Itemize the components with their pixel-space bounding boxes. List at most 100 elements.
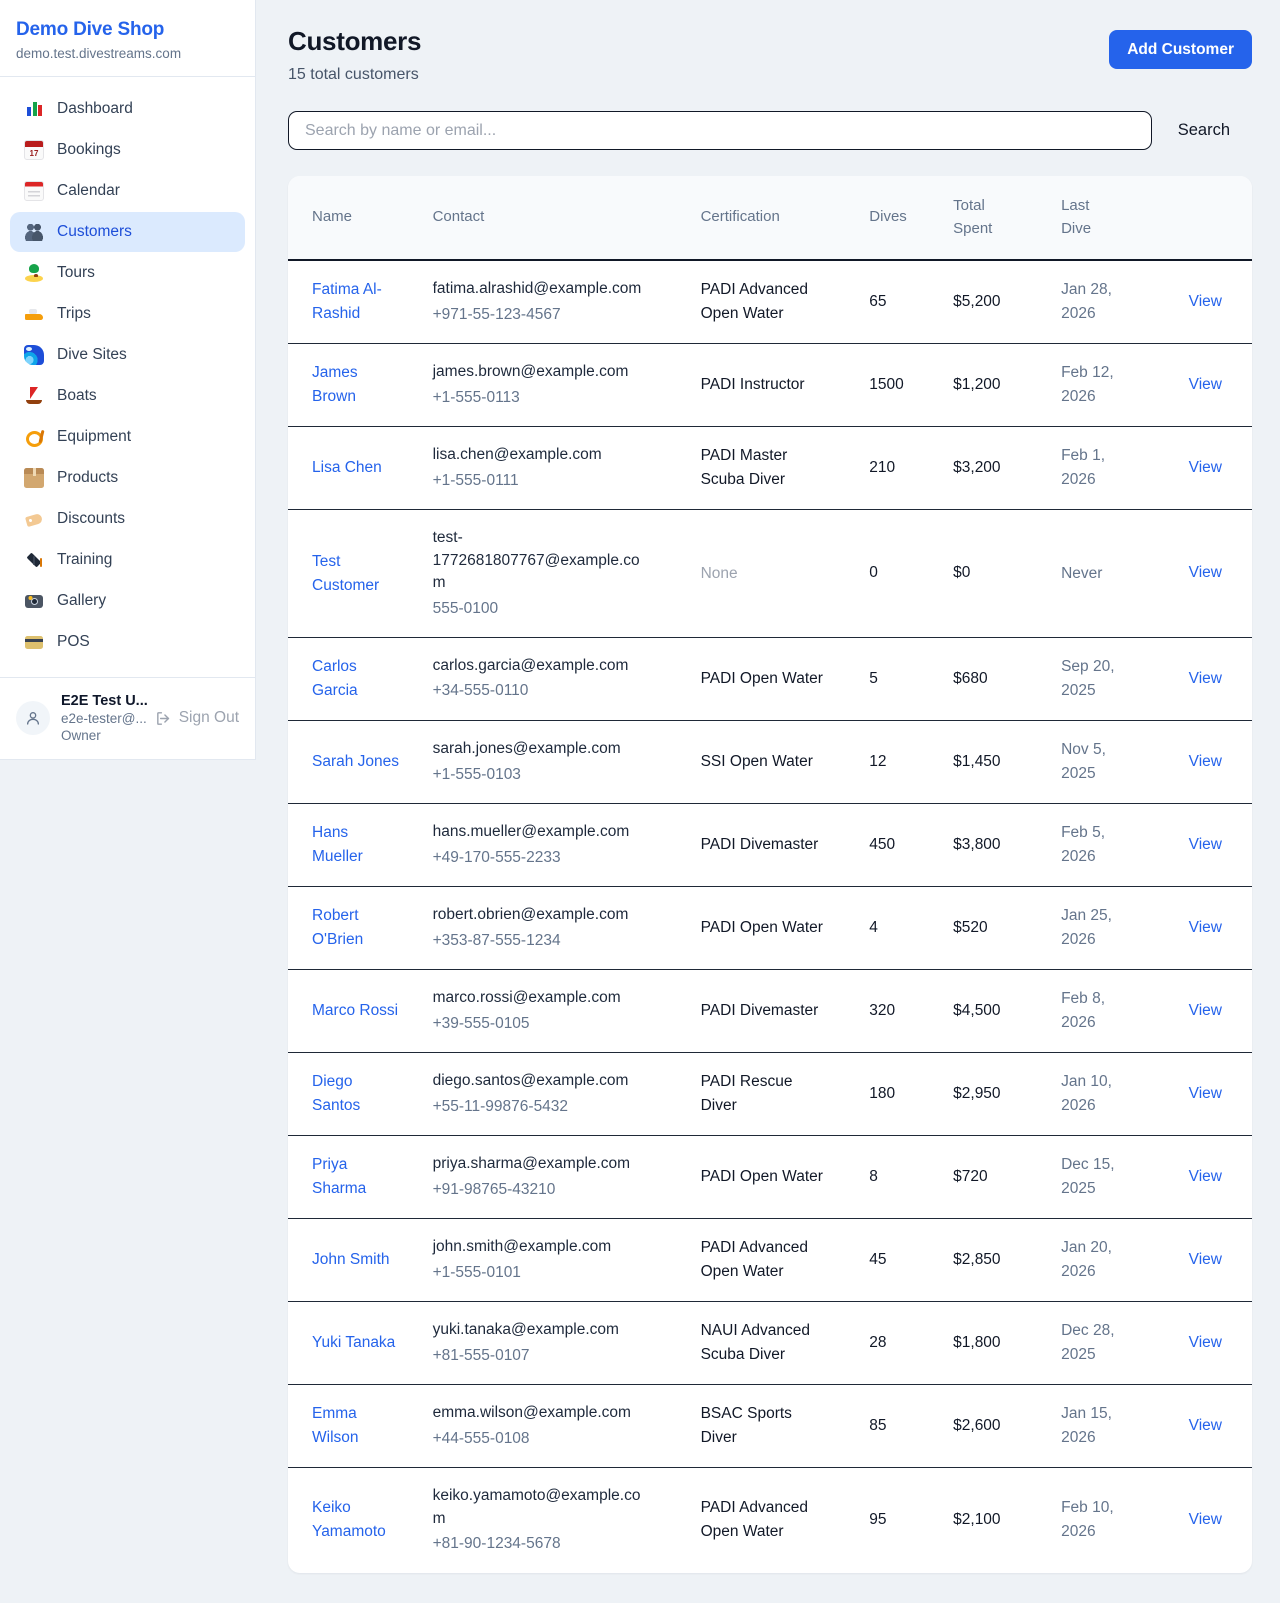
table-row: Robert O'Brienrobert.obrien@example.com+… (288, 887, 1252, 970)
table-row: Yuki Tanakayuki.tanaka@example.com+81-55… (288, 1302, 1252, 1385)
customer-name-link[interactable]: Robert O'Brien (312, 904, 402, 952)
customer-total-spent: $2,600 (953, 1385, 1061, 1468)
shop-domain: demo.test.divestreams.com (16, 46, 239, 61)
customer-name-link[interactable]: Carlos Garcia (312, 655, 402, 703)
sidebar-item-label: Training (57, 551, 112, 569)
view-link[interactable]: View (1189, 1168, 1222, 1185)
tours-icon (24, 263, 44, 283)
search-button[interactable]: Search (1178, 121, 1230, 140)
customer-phone: +81-555-0107 (433, 1345, 681, 1367)
sidebar-item-gallery[interactable]: Gallery (10, 581, 245, 621)
sidebar-item-customers[interactable]: Customers (10, 212, 245, 252)
customer-name-link[interactable]: Yuki Tanaka (312, 1331, 395, 1355)
view-link[interactable]: View (1189, 564, 1222, 581)
customer-last-dive: Never (1061, 562, 1102, 586)
table-row: Sarah Jonessarah.jones@example.com+1-555… (288, 721, 1252, 804)
view-link[interactable]: View (1189, 1002, 1222, 1019)
customer-name-link[interactable]: Fatima Al-Rashid (312, 278, 402, 326)
view-link[interactable]: View (1189, 293, 1222, 310)
view-link[interactable]: View (1189, 376, 1222, 393)
customers-table-card: NameContactCertificationDivesTotal Spent… (288, 176, 1252, 1573)
view-link[interactable]: View (1189, 919, 1222, 936)
customer-dives: 85 (869, 1385, 953, 1468)
table-header-row: NameContactCertificationDivesTotal Spent… (288, 176, 1252, 260)
customer-name-link[interactable]: Priya Sharma (312, 1153, 402, 1201)
customer-total-spent: $5,200 (953, 260, 1061, 344)
customer-dives: 12 (869, 721, 953, 804)
sidebar-item-pos[interactable]: POS (10, 622, 245, 662)
view-link[interactable]: View (1189, 459, 1222, 476)
customer-last-dive: Jan 20, 2026 (1061, 1236, 1117, 1284)
customer-phone: +1-555-0111 (433, 470, 681, 492)
customer-dives: 8 (869, 1136, 953, 1219)
customer-total-spent: $1,800 (953, 1302, 1061, 1385)
customer-phone: +81-90-1234-5678 (433, 1533, 681, 1555)
customer-name-link[interactable]: Emma Wilson (312, 1402, 402, 1450)
sign-out-button[interactable]: Sign Out (155, 709, 239, 727)
customer-name-link[interactable]: Diego Santos (312, 1070, 402, 1118)
customer-total-spent: $1,200 (953, 344, 1061, 427)
table-row: James Brownjames.brown@example.com+1-555… (288, 344, 1252, 427)
sidebar-item-label: Calendar (57, 182, 120, 200)
customer-dives: 65 (869, 260, 953, 344)
customer-name-link[interactable]: Hans Mueller (312, 821, 402, 869)
sidebar-item-label: POS (57, 633, 90, 651)
sidebar-item-calendar[interactable]: Calendar (10, 171, 245, 211)
view-link[interactable]: View (1189, 670, 1222, 687)
customer-name-link[interactable]: Keiko Yamamoto (312, 1496, 402, 1544)
customer-phone: +1-555-0101 (433, 1262, 681, 1284)
customer-name-link[interactable]: James Brown (312, 361, 402, 409)
view-link[interactable]: View (1189, 1417, 1222, 1434)
sidebar-item-training[interactable]: Training (10, 540, 245, 580)
view-link[interactable]: View (1189, 753, 1222, 770)
view-link[interactable]: View (1189, 1251, 1222, 1268)
app-layout: Demo Dive Shop demo.test.divestreams.com… (0, 0, 1280, 1603)
customer-phone: +91-98765-43210 (433, 1179, 681, 1201)
customer-total-spent: $680 (953, 637, 1061, 720)
customer-dives: 180 (869, 1053, 953, 1136)
sidebar-item-discounts[interactable]: Discounts (10, 499, 245, 539)
add-customer-button[interactable]: Add Customer (1109, 30, 1252, 69)
search-bar: Search (288, 111, 1252, 150)
sidebar-item-products[interactable]: Products (10, 458, 245, 498)
customer-certification: PADI Divemaster (701, 999, 819, 1023)
avatar (16, 701, 50, 735)
view-link[interactable]: View (1189, 1334, 1222, 1351)
customer-email: emma.wilson@example.com (433, 1402, 651, 1424)
sidebar-item-boats[interactable]: Boats (10, 376, 245, 416)
customer-name-link[interactable]: John Smith (312, 1248, 390, 1272)
sidebar-item-bookings[interactable]: Bookings (10, 130, 245, 170)
dive-sites-icon (24, 345, 44, 365)
customer-name-link[interactable]: Marco Rossi (312, 999, 398, 1023)
sign-out-label: Sign Out (179, 709, 239, 727)
discounts-icon (24, 509, 44, 529)
search-input[interactable] (288, 111, 1152, 150)
customer-phone: +353-87-555-1234 (433, 930, 681, 952)
customer-certification: SSI Open Water (701, 750, 813, 774)
customer-name-link[interactable]: Test Customer (312, 550, 402, 598)
view-link[interactable]: View (1189, 836, 1222, 853)
user-meta: E2E Test U... e2e-tester@... Owner (61, 693, 144, 743)
sidebar-item-tours[interactable]: Tours (10, 253, 245, 293)
sidebar-item-dive-sites[interactable]: Dive Sites (10, 335, 245, 375)
sidebar-item-dashboard[interactable]: Dashboard (10, 89, 245, 129)
customer-total-spent: $2,850 (953, 1219, 1061, 1302)
view-link[interactable]: View (1189, 1085, 1222, 1102)
customer-certification: NAUI Advanced Scuba Diver (701, 1319, 829, 1367)
column-header-last-dive: Last Dive (1061, 176, 1168, 260)
user-icon (25, 710, 41, 726)
boats-icon (24, 386, 44, 406)
customer-certification: PADI Instructor (701, 373, 805, 397)
customer-certification: PADI Rescue Diver (701, 1070, 829, 1118)
products-icon (24, 468, 44, 488)
customer-name-link[interactable]: Sarah Jones (312, 750, 399, 774)
customer-dives: 4 (869, 887, 953, 970)
customer-last-dive: Feb 12, 2026 (1061, 361, 1117, 409)
sidebar-item-equipment[interactable]: Equipment (10, 417, 245, 457)
table-row: Hans Muellerhans.mueller@example.com+49-… (288, 804, 1252, 887)
customer-name-link[interactable]: Lisa Chen (312, 456, 382, 480)
sidebar-item-trips[interactable]: Trips (10, 294, 245, 334)
view-link[interactable]: View (1189, 1511, 1222, 1528)
customer-dives: 45 (869, 1219, 953, 1302)
customer-email: diego.santos@example.com (433, 1070, 651, 1092)
